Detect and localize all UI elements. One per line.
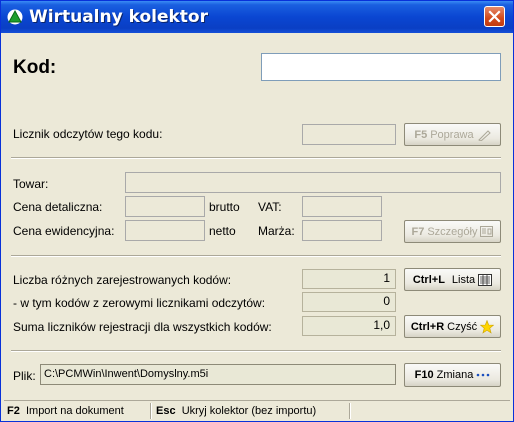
record-price-label: Cena ewidencyjna:	[13, 224, 115, 238]
netto-label: netto	[209, 224, 236, 238]
brutto-label: brutto	[209, 200, 240, 214]
product-field	[125, 172, 501, 193]
list-shortcut: Ctrl+L	[412, 273, 445, 286]
fix-button[interactable]: F5 Poprawa	[404, 123, 501, 146]
window-title: Wirtualny kolektor	[29, 7, 208, 27]
hide-status-item[interactable]: Esc Ukryj kolektor (bez importu)	[156, 403, 316, 419]
separator	[11, 255, 501, 257]
counter-sum-field: 1,0	[302, 316, 396, 336]
change-label: Zmiana	[436, 369, 474, 381]
status-bar: F2 Import na dokument Esc Ukryj kolektor…	[4, 400, 510, 421]
import-shortcut: F2	[7, 405, 20, 417]
vat-field	[302, 196, 382, 217]
status-divider	[150, 403, 152, 419]
file-path-field: C:\PCMWin\Inwent\Domyslny.m5i	[40, 364, 396, 385]
margin-label: Marża:	[258, 224, 295, 238]
star-icon	[480, 319, 495, 334]
green-triangle-icon	[7, 9, 23, 25]
zero-counter-codes-label: - w tym kodów z zerowymi licznikami odcz…	[13, 296, 266, 310]
record-price-field	[125, 220, 205, 241]
collector-form: Kod: Licznik odczytów tego kodu: F5 Popr…	[4, 33, 510, 421]
retail-price-label: Cena detaliczna:	[13, 200, 103, 214]
read-counter-label: Licznik odczytów tego kodu:	[13, 127, 163, 141]
clear-label: Czyść	[447, 320, 478, 333]
list-icon	[478, 273, 493, 286]
details-shortcut: F7	[411, 225, 425, 238]
close-button[interactable]	[484, 6, 505, 27]
retail-price-field	[125, 196, 205, 217]
distinct-codes-label: Liczba różnych zarejestrowanych kodów:	[13, 273, 232, 287]
read-counter-field	[302, 124, 396, 145]
zero-counter-codes-field: 0	[302, 292, 396, 312]
counter-sum-label: Suma liczników rejestracji dla wszystkic…	[13, 320, 272, 334]
hide-label: Ukryj kolektor (bez importu)	[181, 405, 317, 417]
vat-label: VAT:	[258, 200, 282, 214]
distinct-codes-field: 1	[302, 269, 396, 289]
close-icon	[488, 10, 501, 23]
list-label: Lista	[451, 273, 476, 286]
margin-field	[302, 220, 382, 241]
details-label: Szczegóły	[427, 225, 478, 238]
code-input[interactable]	[261, 53, 501, 81]
file-label: Plik:	[13, 369, 36, 383]
hide-shortcut: Esc	[156, 405, 176, 417]
change-button[interactable]: F10 Zmiana	[404, 363, 501, 387]
import-label: Import na dokument	[25, 405, 124, 417]
pen-icon	[477, 129, 491, 141]
product-label: Towar:	[13, 177, 49, 191]
code-label: Kod:	[13, 57, 57, 78]
clear-shortcut: Ctrl+R	[410, 320, 445, 333]
clear-button[interactable]: Ctrl+R Czyść	[404, 315, 501, 338]
list-button[interactable]: Ctrl+L Lista	[404, 268, 501, 291]
fix-label: Poprawa	[430, 128, 474, 141]
fix-shortcut: F5	[414, 128, 428, 141]
card-icon	[480, 226, 494, 237]
title-bar[interactable]: Wirtualny kolektor	[1, 1, 513, 33]
import-status-item[interactable]: F2 Import na dokument	[7, 403, 124, 419]
change-shortcut: F10	[414, 369, 434, 381]
ellipsis-icon	[477, 373, 490, 377]
status-divider	[349, 403, 351, 419]
separator	[11, 157, 501, 159]
details-button[interactable]: F7 Szczegóły	[404, 220, 501, 243]
virtual-collector-window: Wirtualny kolektor Kod: Licznik odczytów…	[0, 0, 514, 422]
separator	[11, 350, 501, 352]
